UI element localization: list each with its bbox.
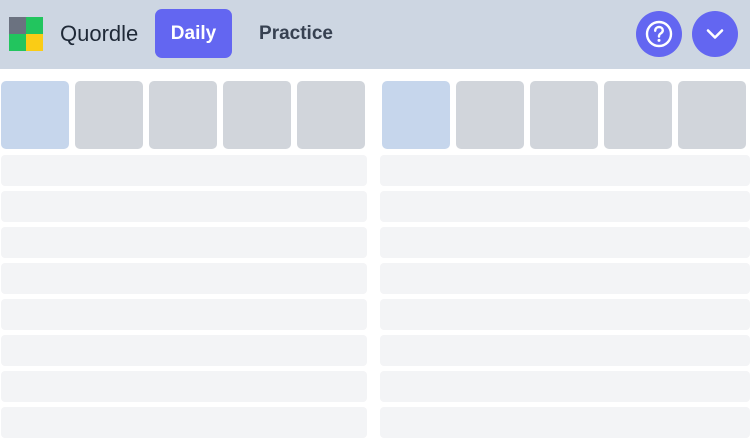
tile-active[interactable]	[382, 81, 450, 149]
empty-row	[380, 191, 750, 222]
tile[interactable]	[530, 81, 598, 149]
empty-row	[1, 371, 367, 402]
tile[interactable]	[456, 81, 524, 149]
app-title: Quordle	[60, 21, 139, 46]
tile[interactable]	[149, 81, 217, 149]
empty-row	[380, 155, 750, 186]
tab-practice[interactable]: Practice	[250, 9, 342, 58]
tile[interactable]	[75, 81, 143, 149]
tile[interactable]	[297, 81, 365, 149]
menu-toggle-button[interactable]	[692, 11, 738, 57]
empty-row	[380, 263, 750, 294]
empty-row	[1, 299, 367, 330]
empty-row	[1, 263, 367, 294]
tile[interactable]	[678, 81, 746, 149]
empty-row	[380, 371, 750, 402]
tab-daily[interactable]: Daily	[155, 9, 232, 58]
top-bar: Quordle Daily Practice	[0, 0, 750, 69]
empty-row	[1, 227, 367, 258]
empty-row	[380, 335, 750, 366]
empty-row	[1, 191, 367, 222]
empty-row	[380, 299, 750, 330]
empty-row	[380, 227, 750, 258]
tile[interactable]	[223, 81, 291, 149]
empty-row	[1, 155, 367, 186]
empty-row	[1, 407, 367, 438]
empty-row	[1, 335, 367, 366]
question-circle-icon	[645, 20, 673, 48]
empty-row	[380, 407, 750, 438]
chevron-down-icon	[706, 29, 724, 39]
quordle-logo	[9, 17, 43, 51]
help-button[interactable]	[636, 11, 682, 57]
tile[interactable]	[604, 81, 672, 149]
tile-active[interactable]	[1, 81, 69, 149]
